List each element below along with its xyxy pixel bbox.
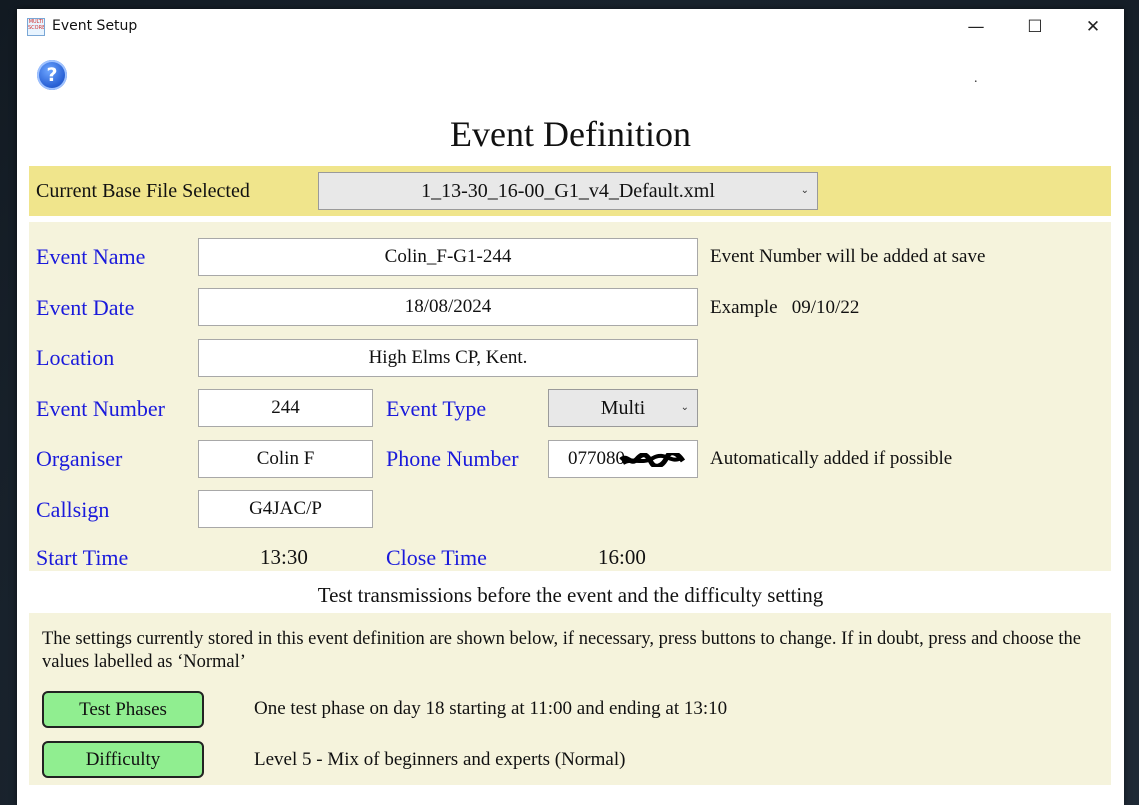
callsign-label: Callsign	[36, 497, 110, 522]
close-time-value: 16:00	[598, 545, 646, 569]
phone-number-note: Automatically added if possible	[710, 448, 953, 469]
event-name-label: Event Name	[36, 244, 146, 269]
event-name-field[interactable]: Colin_F-G1-244	[198, 238, 698, 276]
test-settings-description: The settings currently stored in this ev…	[42, 629, 1081, 672]
base-file-bar: Current Base File Selected 1_13-30_16-00…	[29, 166, 1111, 216]
stray-dot: .	[974, 71, 978, 86]
event-date-label: Event Date	[36, 295, 135, 320]
difficulty-button-label: Difficulty	[85, 748, 161, 770]
close-time-label: Close Time	[386, 545, 487, 570]
event-date-field[interactable]: 18/08/2024	[198, 288, 698, 326]
base-file-select[interactable]: 1_13-30_16-00_G1_v4_Default.xml ⌄	[318, 172, 818, 210]
event-type-selected-value: Multi	[600, 396, 646, 419]
organiser-label: Organiser	[36, 446, 123, 471]
test-phases-button[interactable]: Test Phases	[42, 691, 204, 728]
event-number-value: 244	[271, 397, 300, 418]
event-number-label: Event Number	[36, 396, 165, 421]
close-icon: ✕	[1085, 17, 1101, 37]
test-section-heading: Test transmissions before the event and …	[317, 583, 824, 607]
test-phases-button-label: Test Phases	[79, 698, 167, 720]
base-file-label: Current Base File Selected	[36, 180, 250, 202]
start-time-label: Start Time	[36, 545, 129, 570]
difficulty-description: Level 5 - Mix of beginners and experts (…	[254, 749, 626, 770]
event-name-note: Event Number will be added at save	[710, 246, 986, 267]
phone-number-label: Phone Number	[386, 446, 519, 471]
event-number-field[interactable]: 244	[198, 389, 373, 427]
event-setup-window: MULTI SCORE Event Setup — ☐ ✕ ? . Event …	[17, 9, 1124, 805]
difficulty-button[interactable]: Difficulty	[42, 741, 204, 778]
event-date-example: Example 09/10/22	[710, 297, 860, 318]
maximize-button[interactable]: ☐	[1012, 9, 1058, 45]
minimize-button[interactable]: —	[953, 9, 999, 45]
organiser-value: Colin F	[256, 448, 315, 469]
title-bar: MULTI SCORE Event Setup — ☐ ✕	[17, 9, 1124, 47]
base-file-selected-value: 1_13-30_16-00_G1_v4_Default.xml	[421, 179, 715, 202]
help-glyph: ?	[46, 64, 58, 86]
phone-number-value: 077080	[568, 448, 625, 469]
minimize-icon: —	[967, 17, 985, 37]
start-time-value: 13:30	[260, 545, 308, 569]
multiscore-app-icon: MULTI SCORE	[27, 18, 45, 36]
page-title: Event Definition	[450, 114, 691, 154]
event-type-label: Event Type	[386, 396, 487, 421]
close-button[interactable]: ✕	[1070, 9, 1116, 45]
chevron-down-icon: ⌄	[680, 401, 689, 413]
event-details-panel: Event Name Colin_F-G1-244 Event Number w…	[29, 222, 1111, 571]
app-icon-text: MULTI SCORE	[28, 19, 45, 31]
window-title: Event Setup	[52, 18, 138, 34]
help-icon[interactable]: ?	[37, 60, 67, 90]
organiser-field[interactable]: Colin F	[198, 440, 373, 478]
test-phases-description: One test phase on day 18 starting at 11:…	[254, 698, 728, 719]
maximize-icon: ☐	[1027, 17, 1043, 37]
chevron-down-icon: ⌄	[800, 184, 809, 196]
location-label: Location	[36, 345, 115, 370]
event-date-value: 18/08/2024	[404, 296, 492, 317]
callsign-field[interactable]: G4JAC/P	[198, 490, 373, 528]
phone-number-field[interactable]: 077080	[548, 440, 698, 478]
event-type-select[interactable]: Multi ⌄	[548, 389, 698, 427]
redaction-scribble	[619, 453, 685, 467]
callsign-value: G4JAC/P	[249, 498, 322, 519]
location-value: High Elms CP, Kent.	[368, 347, 528, 368]
location-field[interactable]: High Elms CP, Kent.	[198, 339, 698, 377]
test-settings-panel: The settings currently stored in this ev…	[29, 613, 1111, 785]
event-name-value: Colin_F-G1-244	[384, 246, 512, 267]
